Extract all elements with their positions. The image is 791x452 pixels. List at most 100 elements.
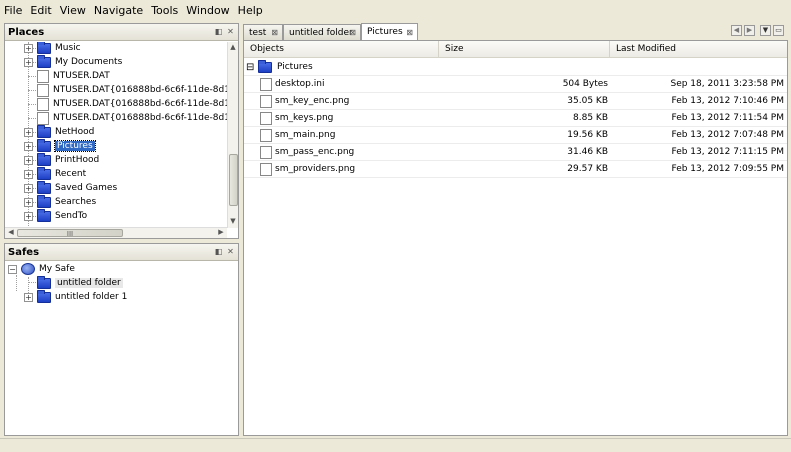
places-title: Places: [8, 26, 45, 38]
folder-open-icon: [37, 275, 51, 289]
tab-scroll-right-icon[interactable]: ▶: [744, 25, 755, 36]
menu-help[interactable]: Help: [238, 4, 263, 17]
tab-pictures[interactable]: Pictures ⊠: [361, 23, 418, 40]
places-item[interactable]: NTUSER.DAT: [37, 69, 110, 83]
expand-icon[interactable]: +: [24, 293, 33, 302]
close-icon[interactable]: ⊠: [271, 28, 278, 37]
file-size: 31.46 KB: [567, 147, 608, 157]
folder-icon: [37, 42, 51, 54]
safe-icon: [21, 263, 35, 275]
scroll-down-icon[interactable]: ▼: [228, 217, 238, 227]
places-horizontal-scrollbar[interactable]: ◀ III ▶: [5, 227, 227, 238]
file-modified: Feb 13, 2012 7:11:54 PM: [671, 113, 784, 123]
expand-icon[interactable]: +: [24, 44, 33, 53]
file-icon: [260, 78, 276, 91]
close-icon[interactable]: ✕: [226, 26, 235, 37]
folder-icon: [37, 194, 51, 208]
places-item[interactable]: Pictures: [37, 138, 96, 153]
menu-edit[interactable]: Edit: [30, 4, 51, 17]
places-vertical-scrollbar[interactable]: ▲ ▼: [227, 42, 238, 228]
folder-icon: [37, 289, 51, 303]
places-item[interactable]: SendTo: [37, 208, 88, 223]
file-icon: [37, 83, 49, 97]
close-icon[interactable]: ✕: [226, 246, 235, 257]
maximize-icon[interactable]: ▭: [773, 25, 784, 36]
menu-navigate[interactable]: Navigate: [94, 4, 143, 17]
safe-root[interactable]: My Safe: [21, 262, 75, 276]
scroll-up-icon[interactable]: ▲: [228, 43, 238, 53]
file-size: 35.05 KB: [567, 96, 608, 106]
places-item-label: SendTo: [55, 211, 88, 221]
safe-folder-item[interactable]: untitled folder 1: [37, 289, 127, 304]
expand-icon[interactable]: +: [24, 128, 33, 137]
expand-icon[interactable]: +: [24, 156, 33, 165]
scroll-right-icon[interactable]: ▶: [216, 228, 226, 238]
close-icon[interactable]: ⊠: [406, 28, 413, 37]
menu-file[interactable]: File: [4, 4, 22, 17]
places-item[interactable]: PrintHood: [37, 152, 100, 167]
safe-root-label: My Safe: [39, 264, 75, 274]
scroll-thumb[interactable]: [229, 154, 238, 206]
places-item[interactable]: NTUSER.DAT{016888bd-6c6f-11de-8d1d-001: [37, 97, 238, 111]
menu-view[interactable]: View: [60, 4, 86, 17]
places-item[interactable]: NetHood: [37, 124, 94, 139]
scroll-thumb-horizontal[interactable]: III: [17, 229, 123, 238]
file-table: Objects Size Last Modified ⊟ Pictures de…: [243, 40, 788, 436]
tab-test[interactable]: test ⊠: [243, 24, 283, 40]
expand-icon[interactable]: +: [24, 58, 33, 67]
file-name: sm_key_enc.png: [275, 96, 350, 106]
minimize-icon[interactable]: ◧: [214, 26, 223, 37]
scroll-left-icon[interactable]: ◀: [6, 228, 16, 238]
expand-icon[interactable]: +: [24, 170, 33, 179]
places-item[interactable]: My Documents: [37, 54, 122, 69]
folder-icon: [37, 138, 51, 152]
table-row[interactable]: sm_key_enc.png 35.05 KB Feb 13, 2012 7:10:…: [244, 93, 787, 110]
close-icon[interactable]: ⊠: [349, 28, 356, 37]
column-header-size[interactable]: Size: [439, 41, 610, 58]
places-item-label: Searches: [55, 197, 97, 207]
file-name: sm_main.png: [275, 130, 336, 140]
expand-icon[interactable]: +: [24, 142, 33, 151]
editor-tabstrip: test ⊠ untitled folder ⊠ Pictures ⊠ ◀ ▶ …: [243, 23, 788, 40]
menu-window[interactable]: Window: [186, 4, 229, 17]
places-item[interactable]: Music: [37, 42, 81, 55]
table-row[interactable]: sm_providers.png 29.57 KB Feb 13, 2012 7:0…: [244, 161, 787, 178]
tab-scroll-left-icon[interactable]: ◀: [731, 25, 742, 36]
places-item[interactable]: NTUSER.DAT{016888bd-6c6f-11de-8d1d-001: [37, 83, 238, 97]
collapse-icon[interactable]: −: [8, 265, 17, 274]
column-header-last-modified[interactable]: Last Modified: [610, 41, 787, 58]
table-row[interactable]: sm_pass_enc.png 31.46 KB Feb 13, 2012 7:11…: [244, 144, 787, 161]
file-name: desktop.ini: [275, 79, 325, 89]
table-row-folder[interactable]: ⊟ Pictures: [244, 59, 787, 76]
tab-untitled-folder[interactable]: untitled folder ⊠: [283, 24, 361, 40]
column-header-objects[interactable]: Objects: [244, 41, 439, 58]
places-item-label: Saved Games: [55, 183, 118, 193]
expand-icon[interactable]: +: [24, 198, 33, 207]
folder-icon: [37, 152, 51, 166]
file-modified: Feb 13, 2012 7:10:46 PM: [671, 96, 784, 106]
places-item[interactable]: NTUSER.DAT{016888bd-6c6f-11de-8d1d-001: [37, 111, 238, 125]
expand-icon[interactable]: +: [24, 184, 33, 193]
table-row[interactable]: desktop.ini 504 Bytes Sep 18, 2011 3:23:58…: [244, 76, 787, 93]
menu-tools[interactable]: Tools: [151, 4, 178, 17]
file-size: 29.57 KB: [567, 164, 608, 174]
minimize-icon[interactable]: ◧: [214, 246, 223, 257]
tab-list-dropdown-icon[interactable]: ▼: [760, 25, 771, 36]
folder-icon: [37, 180, 51, 194]
file-modified: Sep 18, 2011 3:23:58 PM: [670, 79, 784, 89]
places-item-label: PrintHood: [55, 155, 100, 165]
collapse-icon[interactable]: ⊟: [246, 59, 254, 76]
table-row[interactable]: sm_keys.png 8.85 KB Feb 13, 2012 7:11:54 P…: [244, 110, 787, 127]
file-size: 8.85 KB: [573, 113, 608, 123]
places-panel: Places ◧ ✕ + Music + My Documents NTUSER.DAT…: [4, 23, 239, 239]
tab-label: Pictures: [367, 27, 403, 37]
places-item[interactable]: Recent: [37, 166, 86, 181]
expand-icon[interactable]: +: [24, 212, 33, 221]
places-item[interactable]: Searches: [37, 194, 97, 209]
places-item[interactable]: Saved Games: [37, 180, 118, 195]
safes-tree: − My Safe untitled folder + untitled fol…: [5, 262, 238, 432]
safes-title: Safes: [8, 246, 40, 258]
table-row[interactable]: sm_main.png 19.56 KB Feb 13, 2012 7:07:48 …: [244, 127, 787, 144]
safe-folder-label: untitled folder: [55, 278, 123, 288]
safe-folder-item[interactable]: untitled folder: [37, 275, 123, 290]
